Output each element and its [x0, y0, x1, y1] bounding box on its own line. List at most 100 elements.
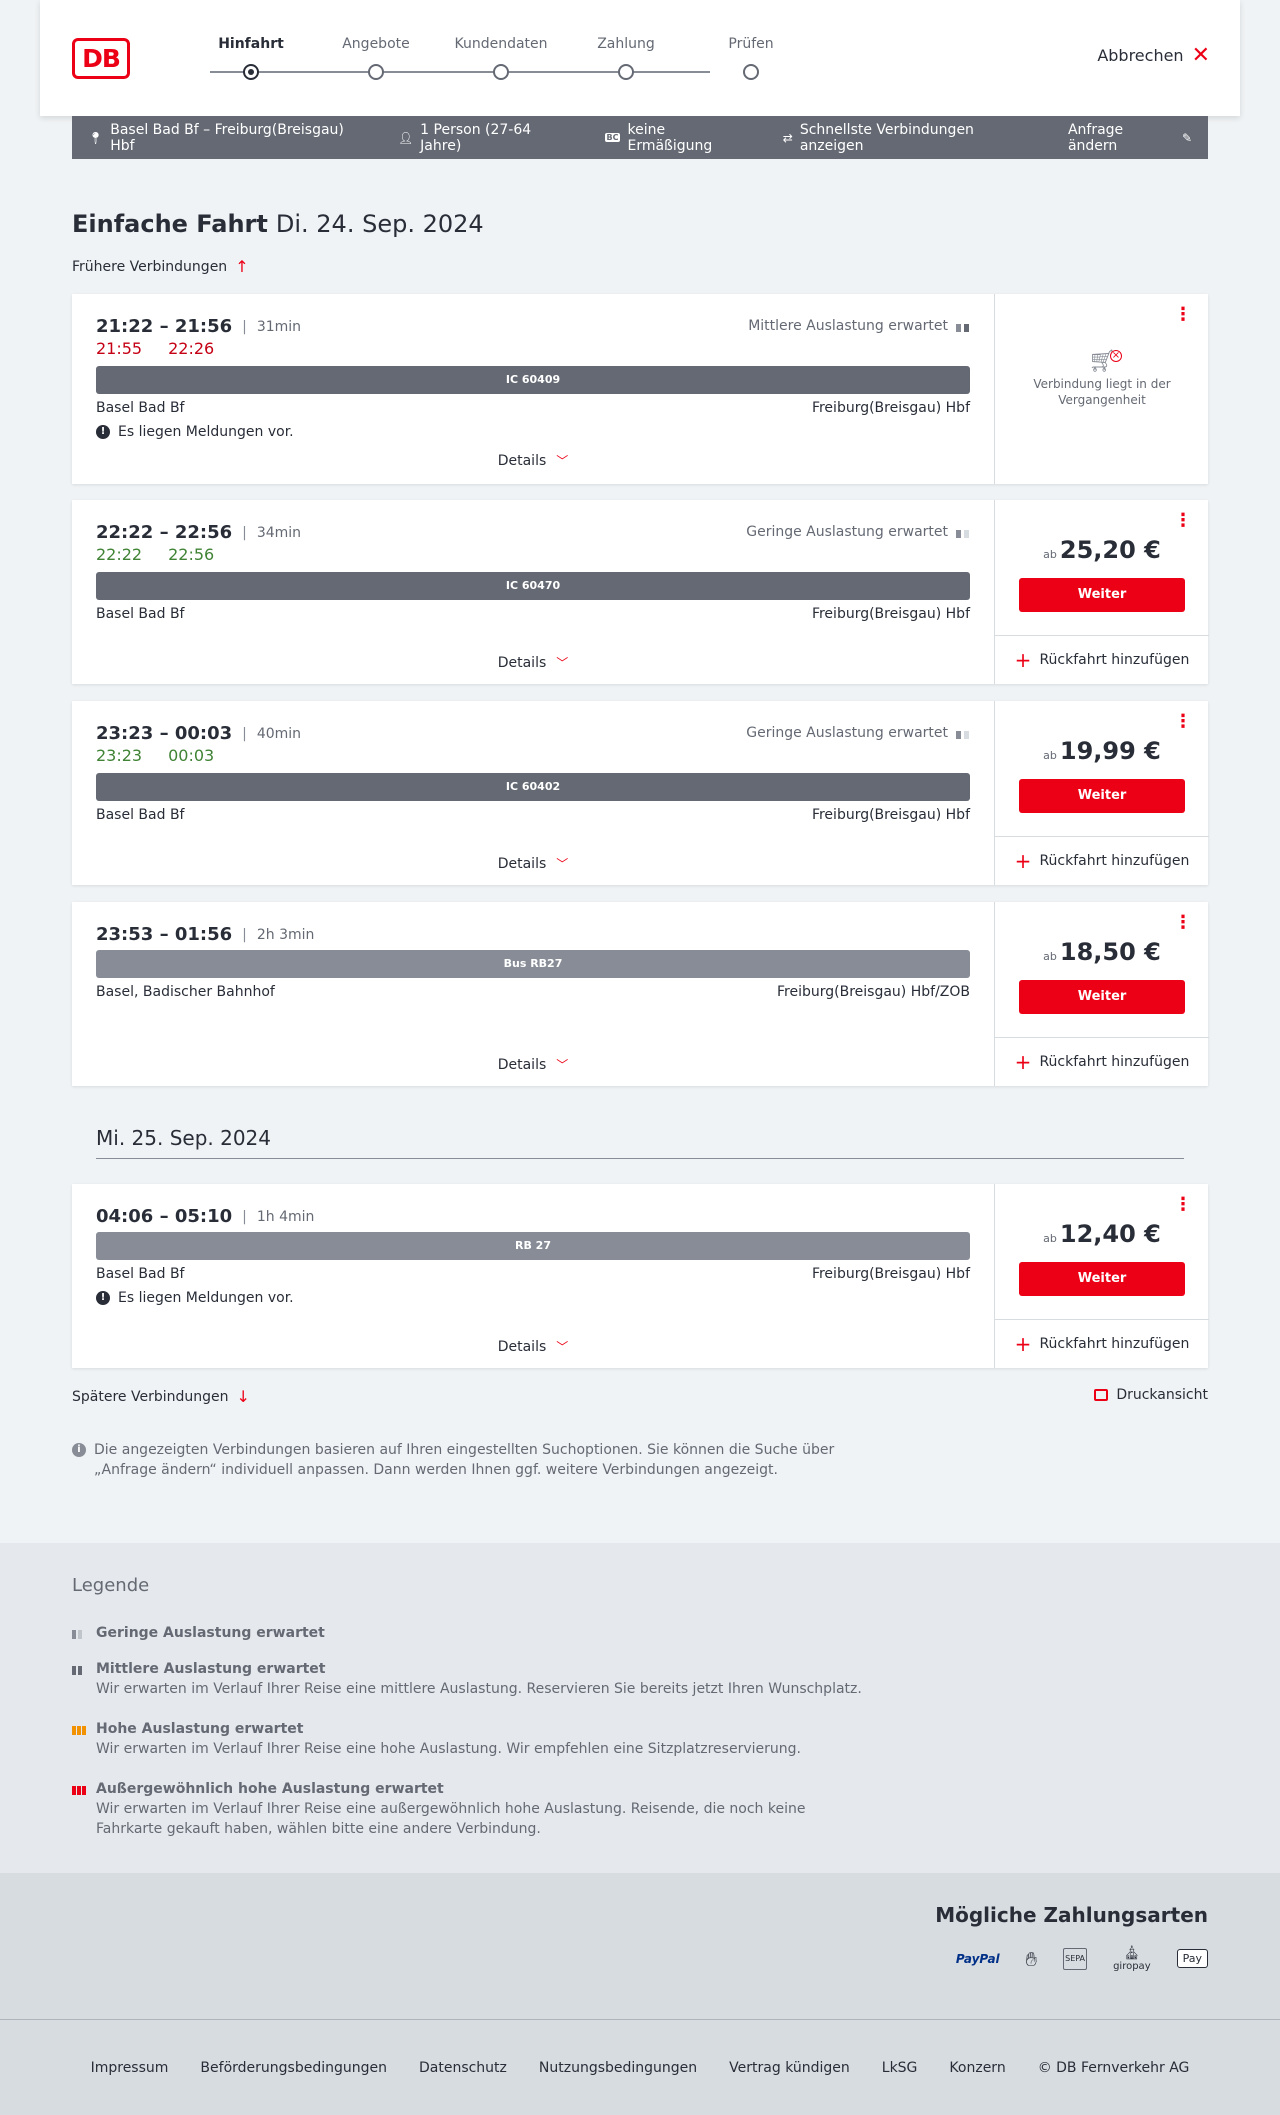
- legend-title: Legende: [72, 1575, 150, 1596]
- footer-link-lksg[interactable]: LkSG: [882, 2060, 918, 2076]
- legend-item-title: Mittlere Auslastung erwartet: [96, 1661, 326, 1677]
- add-return-label: Rückfahrt hinzufügen: [1039, 853, 1190, 869]
- details-label: Details: [497, 452, 547, 469]
- train-bar[interactable]: Bus RB27: [96, 950, 970, 978]
- train-bar[interactable]: RB 27: [96, 1232, 970, 1260]
- offer-panel: ⋮ ab 19,99 € Weiter + Rückfahrt hinzufüge…: [994, 701, 1209, 885]
- realtime-departure: 23:23: [96, 746, 143, 765]
- more-options-icon[interactable]: ⋮: [1174, 1196, 1192, 1214]
- planned-times: 23:23 – 00:03: [96, 723, 233, 744]
- footer-link-konzern[interactable]: Konzern: [949, 2060, 1005, 2076]
- planned-times: 21:22 – 21:56: [96, 316, 233, 337]
- add-return-button[interactable]: + Rückfahrt hinzufügen: [995, 1037, 1209, 1086]
- details-toggle[interactable]: Details ﹀: [72, 855, 994, 872]
- footer-link-datenschutz[interactable]: Datenschutz: [419, 2060, 507, 2076]
- print-view-link[interactable]: Druckansicht: [1094, 1387, 1208, 1403]
- past-connection-notice: 🛒︎ × Verbindung liegt in der Vergangenhei…: [995, 349, 1209, 408]
- occupancy-medium-icon: [956, 320, 970, 332]
- details-label: Details: [497, 855, 547, 872]
- occupancy-low-icon: [956, 526, 970, 538]
- price-value: 19,99 €: [1059, 737, 1161, 765]
- price-value: 12,40 €: [1059, 1220, 1161, 1248]
- earlier-connections-link[interactable]: Frühere Verbindungen ↑: [72, 257, 249, 276]
- print-label: Druckansicht: [1116, 1387, 1208, 1403]
- footer-link-nutzungsbedingungen[interactable]: Nutzungsbedingungen: [539, 2060, 697, 2076]
- price: ab 25,20 €: [995, 536, 1209, 564]
- info-icon: i: [72, 1443, 86, 1457]
- more-options-icon[interactable]: ⋮: [1174, 306, 1192, 324]
- legend-item-title: Geringe Auslastung erwartet: [96, 1625, 325, 1641]
- occupancy-indicator: Geringe Auslastung erwartet: [746, 725, 970, 741]
- continue-button[interactable]: Weiter: [1019, 578, 1185, 612]
- continue-button[interactable]: Weiter: [1019, 1262, 1185, 1296]
- details-toggle[interactable]: Details ﹀: [72, 1056, 994, 1073]
- db-logo[interactable]: DB: [72, 38, 130, 79]
- footer-copyright: © DB Fernverkehr AG: [1037, 2059, 1190, 2076]
- connection-times: 23:23 – 00:03 | 40min: [96, 723, 301, 744]
- price: ab 18,50 €: [995, 938, 1209, 966]
- cart-unavailable-icon: 🛒︎ ×: [1088, 349, 1122, 374]
- add-return-button[interactable]: + Rückfahrt hinzufügen: [995, 1319, 1209, 1368]
- train-bar[interactable]: IC 60402: [96, 773, 970, 801]
- connection-card[interactable]: 04:06 – 05:10 | 1h 4min RB 27 Basel Bad …: [72, 1184, 1209, 1368]
- earlier-label: Frühere Verbindungen: [72, 258, 228, 275]
- offer-panel: ⋮ ab 18,50 € Weiter + Rückfahrt hinzufüge…: [994, 902, 1209, 1086]
- departure-station: Basel Bad Bf: [96, 606, 185, 622]
- train-bar[interactable]: IC 60409: [96, 366, 970, 394]
- cancel-button[interactable]: Abbrechen ✕: [1097, 44, 1210, 66]
- change-request-label: Anfrage ändern: [1067, 121, 1124, 154]
- step-dot: [368, 64, 384, 80]
- chevron-down-icon: ﹀: [556, 1058, 569, 1072]
- plus-icon: +: [1014, 648, 1032, 672]
- step-dot: [618, 64, 634, 80]
- separator: |: [242, 725, 247, 742]
- continue-button[interactable]: Weiter: [1019, 980, 1185, 1014]
- chevron-down-icon: ﹀: [556, 857, 569, 871]
- change-request-button[interactable]: Anfrage ändern ✎: [1068, 122, 1192, 154]
- step-kundendaten: Kundendaten: [431, 36, 571, 80]
- connection-card[interactable]: 23:23 – 00:03 | 40min Geringe Auslastung…: [72, 701, 1209, 885]
- chevron-down-icon: ﹀: [556, 656, 569, 670]
- realtime-arrival: 22:56: [168, 545, 215, 564]
- add-return-button[interactable]: + Rückfahrt hinzufügen: [995, 836, 1209, 885]
- footer-link-vertrag-kuendigen[interactable]: Vertrag kündigen: [729, 2060, 850, 2076]
- connection-times: 23:53 – 01:56 | 2h 3min: [96, 924, 314, 945]
- more-options-icon[interactable]: ⋮: [1174, 713, 1192, 731]
- connection-card[interactable]: 22:22 – 22:56 | 34min Geringe Auslastung…: [72, 500, 1209, 684]
- offer-panel: ⋮ ab 12,40 € Weiter + Rückfahrt hinzufüge…: [994, 1184, 1209, 1368]
- arrow-up-icon: ↑: [235, 257, 249, 276]
- more-options-icon[interactable]: ⋮: [1174, 512, 1192, 530]
- departure-station: Basel Bad Bf: [96, 400, 185, 416]
- add-return-button[interactable]: + Rückfahrt hinzufügen: [995, 635, 1209, 684]
- realtime-times: 21:55 22:26: [96, 339, 214, 358]
- details-toggle[interactable]: Details ﹀: [72, 654, 994, 671]
- search-info-notice: i Die angezeigten Verbindungen basieren …: [72, 1440, 842, 1480]
- step-label: Zahlung: [597, 36, 655, 52]
- details-toggle[interactable]: Details ﹀: [72, 1338, 994, 1355]
- continue-button[interactable]: Weiter: [1019, 779, 1185, 813]
- later-connections-link[interactable]: Spätere Verbindungen ↓: [72, 1387, 250, 1406]
- payment-icons: PayPal ✋︎ SEPA ⛪︎ giropay Pay: [956, 1945, 1208, 1972]
- step-zahlung: Zahlung: [556, 36, 696, 80]
- paypal-icon: PayPal: [955, 1951, 1000, 1966]
- connection-card[interactable]: 23:53 – 01:56 | 2h 3min Bus RB27 Basel, …: [72, 902, 1209, 1086]
- connection-info: 22:22 – 22:56 | 34min Geringe Auslastung…: [72, 500, 994, 684]
- step-angebote: Angebote: [306, 36, 446, 80]
- route-text: Basel Bad Bf – Freiburg(Breisgau) Hbf: [110, 121, 344, 154]
- departure-station: Basel Bad Bf: [96, 1266, 185, 1282]
- route-summary: 📍︎ Basel Bad Bf – Freiburg(Breisgau) Hbf: [88, 122, 366, 154]
- add-return-label: Rückfahrt hinzufügen: [1039, 652, 1190, 668]
- separator: |: [242, 524, 247, 541]
- connection-card[interactable]: 21:22 – 21:56 | 31min Mittlere Auslastun…: [72, 294, 1208, 484]
- footer-link-impressum[interactable]: Impressum: [91, 2060, 169, 2076]
- footer-link-befoerderungsbedingungen[interactable]: Beförderungsbedingungen: [200, 2060, 387, 2076]
- more-options-icon[interactable]: ⋮: [1174, 914, 1192, 932]
- occupancy-indicator: Geringe Auslastung erwartet: [746, 524, 970, 540]
- legend-item-desc: Wir erwarten im Verlauf Ihrer Reise eine…: [96, 1681, 862, 1697]
- swap-arrows-icon: ⇄: [782, 130, 793, 145]
- arrow-down-icon: ↓: [236, 1387, 250, 1406]
- passenger-summary: 👤︎ 1 Person (27-64 Jahre): [398, 122, 573, 154]
- details-toggle[interactable]: Details ﹀: [72, 452, 994, 469]
- planned-times: 22:22 – 22:56: [96, 522, 233, 543]
- train-bar[interactable]: IC 60470: [96, 572, 970, 600]
